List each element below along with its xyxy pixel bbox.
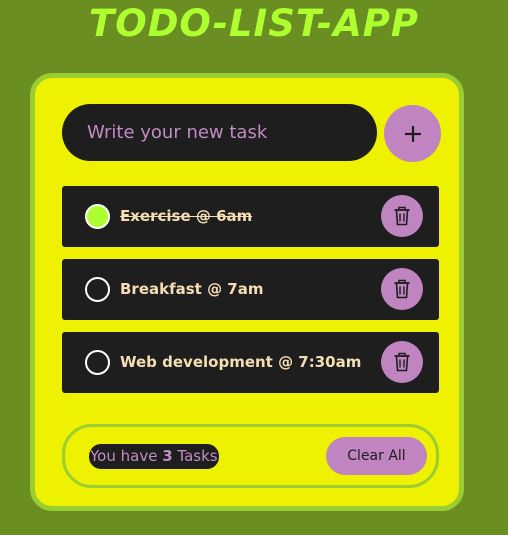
task-count-number: 3 [162, 447, 173, 465]
task-count: You have 3 Tasks [89, 444, 219, 469]
task-list: Exercise @ 6am Breakfast @ 7am Web devel… [62, 186, 439, 405]
task-text[interactable]: Breakfast @ 7am [120, 259, 263, 320]
task-count-prefix: You have [90, 447, 163, 465]
task-item: Exercise @ 6am [62, 186, 439, 247]
task-text[interactable]: Exercise @ 6am [120, 186, 252, 247]
task-checkbox[interactable] [85, 350, 110, 375]
delete-task-button[interactable] [381, 268, 423, 310]
app-title: TODO-LIST-APP [89, 2, 419, 45]
task-footer: You have 3 Tasks Clear All [62, 424, 439, 488]
clear-all-button[interactable]: Clear All [326, 437, 427, 475]
task-count-suffix: Tasks [172, 447, 218, 465]
delete-task-button[interactable] [381, 341, 423, 383]
trash-icon [394, 352, 410, 372]
task-item: Web development @ 7:30am [62, 332, 439, 393]
new-task-input[interactable] [62, 104, 377, 161]
task-checkbox[interactable] [85, 204, 110, 229]
plus-icon [404, 125, 421, 142]
task-item: Breakfast @ 7am [62, 259, 439, 320]
todo-card: Exercise @ 6am Breakfast @ 7am [30, 73, 464, 511]
trash-icon [394, 206, 410, 226]
add-task-button[interactable] [384, 105, 441, 162]
delete-task-button[interactable] [381, 195, 423, 237]
task-checkbox[interactable] [85, 277, 110, 302]
trash-icon [394, 279, 410, 299]
task-text[interactable]: Web development @ 7:30am [120, 332, 361, 393]
